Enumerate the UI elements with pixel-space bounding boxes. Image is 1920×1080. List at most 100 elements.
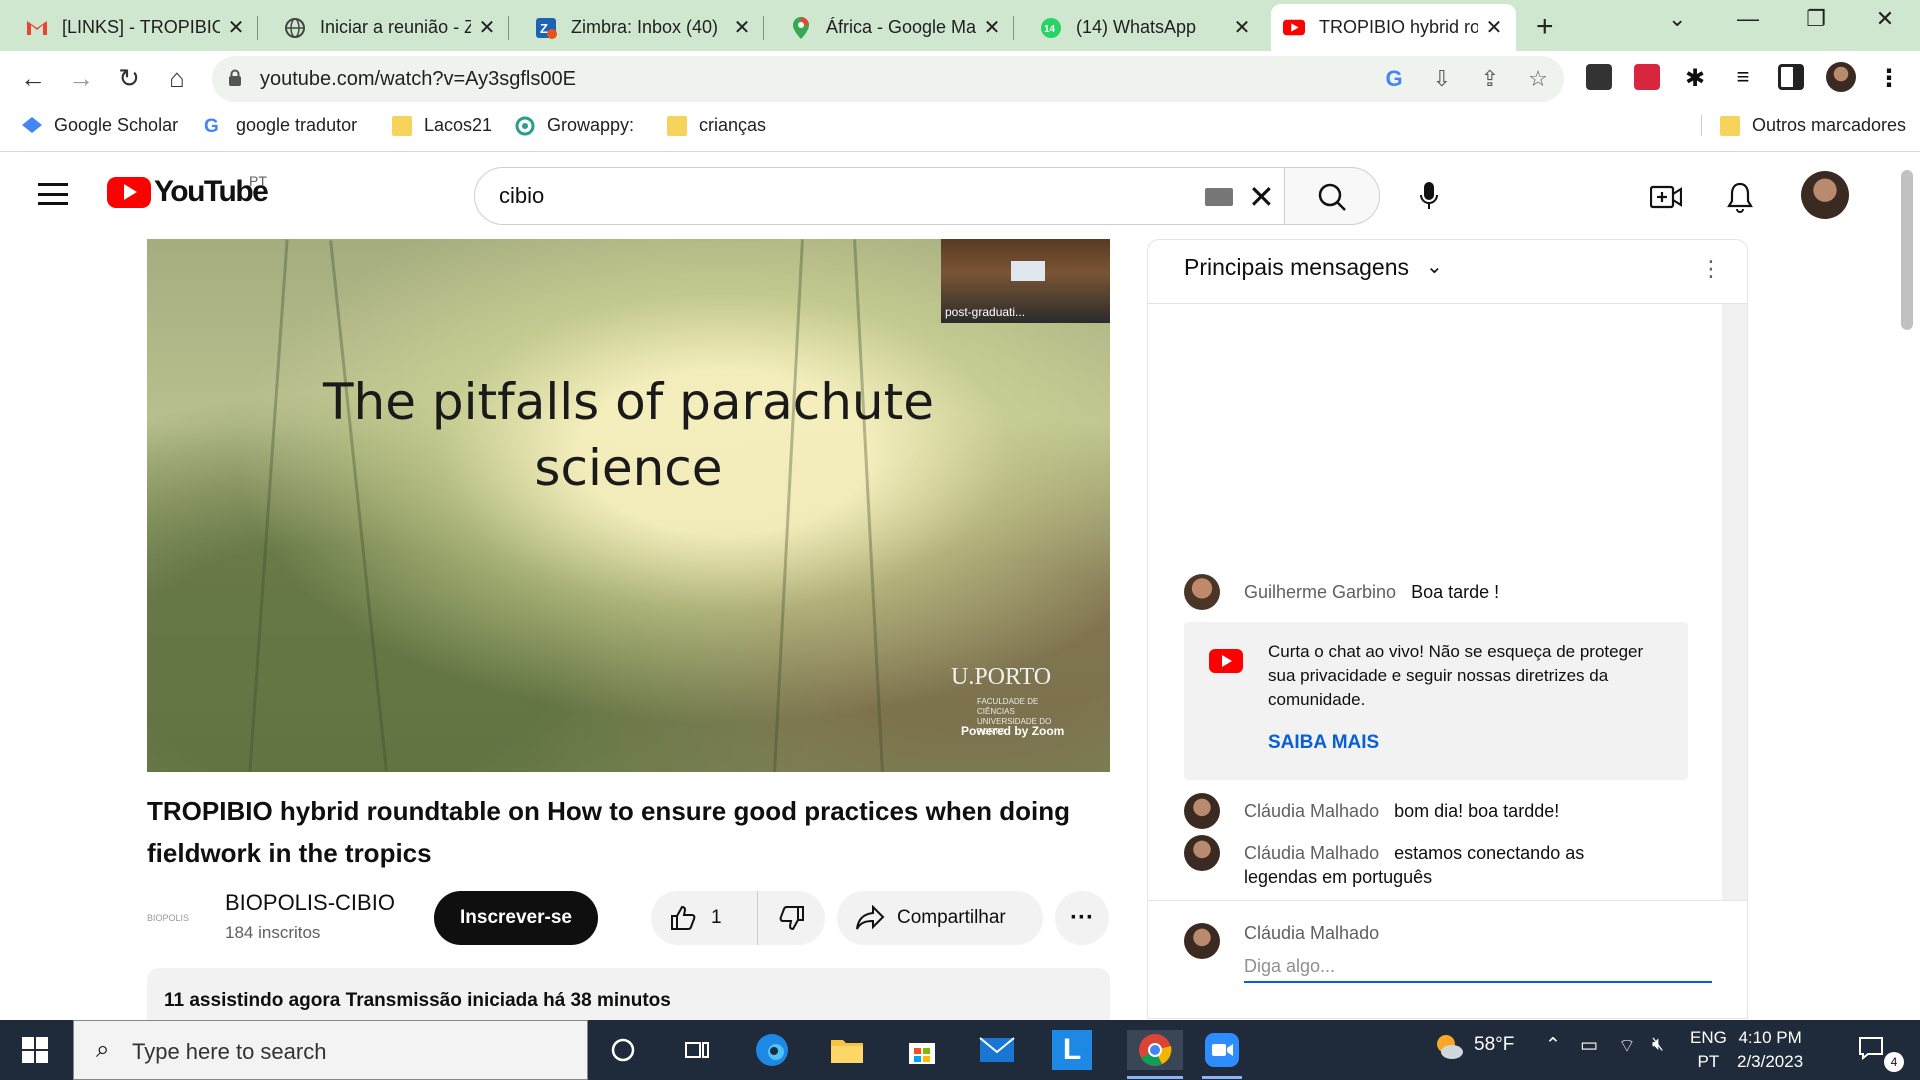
close-tab-icon[interactable]: ✕ <box>1484 15 1504 40</box>
youtube-header: YouTube PT cibio ✕ <box>0 153 1920 239</box>
video-player[interactable]: The pitfalls of parachute science post-g… <box>147 239 1110 772</box>
description-box[interactable]: 11 assistindo agora Transmissão iniciada… <box>147 968 1110 1028</box>
dislike-button[interactable] <box>758 904 825 932</box>
windows-start-icon[interactable] <box>22 1037 48 1063</box>
weather-temperature[interactable]: 58°F <box>1474 1034 1514 1056</box>
chrome-menu-icon[interactable]: ⋮ <box>1876 64 1902 92</box>
side-panel-icon[interactable] <box>1778 64 1804 90</box>
system-clock[interactable]: 4:10 PM 2/3/2023 <box>1737 1026 1803 1074</box>
extension-icon[interactable] <box>1586 64 1612 90</box>
install-app-icon[interactable]: ⇩ <box>1428 66 1456 92</box>
browser-tab-strip: [LINKS] - TROPIBIO ✕ Iniciar a reunião -… <box>0 0 1920 51</box>
share-page-icon[interactable]: ⇪ <box>1476 66 1504 92</box>
wifi-icon[interactable]: ⌔ <box>1618 1034 1636 1058</box>
tab-zoom-meeting[interactable]: Iniciar a reunião - Z ✕ <box>258 4 509 51</box>
like-dislike-group: 1 <box>651 891 825 945</box>
l-app-icon[interactable]: L <box>1052 1030 1092 1070</box>
minimize-icon[interactable]: — <box>1733 6 1763 32</box>
account-avatar[interactable] <box>1801 171 1849 219</box>
taskbar-search[interactable]: ⌕ Type here to search <box>73 1020 588 1080</box>
live-viewers-info: 11 assistindo agora Transmissão iniciada… <box>164 990 671 1011</box>
edge-icon[interactable] <box>752 1030 792 1070</box>
tab-zimbra[interactable]: Z Zimbra: Inbox (40) ✕ <box>509 4 764 51</box>
tab-google-maps[interactable]: África - Google Ma ✕ <box>764 4 1014 51</box>
cortana-icon[interactable] <box>603 1030 643 1070</box>
tab-title: [LINKS] - TROPIBIO <box>62 17 220 37</box>
bookmark-criancas[interactable]: crianças <box>667 115 766 136</box>
notification-center-icon[interactable] <box>1858 1036 1884 1066</box>
like-button[interactable]: 1 <box>651 891 758 945</box>
learn-more-link[interactable]: SAIBA MAIS <box>1268 732 1379 754</box>
microsoft-store-icon[interactable] <box>902 1030 942 1070</box>
avatar[interactable] <box>1184 793 1220 829</box>
close-tab-icon[interactable]: ✕ <box>1232 15 1252 40</box>
forward-arrow-icon[interactable]: → <box>64 63 98 94</box>
file-explorer-icon[interactable] <box>827 1030 867 1070</box>
bookmark-star-icon[interactable]: ☆ <box>1524 66 1552 92</box>
tab-gmail[interactable]: [LINKS] - TROPIBIO ✕ <box>0 4 258 51</box>
tab-search-chevron-icon[interactable]: ⌄ <box>1668 6 1686 32</box>
bookmark-other[interactable]: Outros marcadores <box>1701 115 1906 136</box>
avatar[interactable] <box>1184 835 1220 871</box>
task-view-icon[interactable] <box>677 1030 717 1070</box>
create-video-icon[interactable] <box>1648 179 1684 215</box>
new-tab-button[interactable]: + <box>1536 10 1554 44</box>
chevron-down-icon[interactable]: ⌄ <box>1426 254 1443 279</box>
tab-whatsapp[interactable]: 14 (14) WhatsApp ✕ <box>1014 4 1264 51</box>
back-arrow-icon[interactable]: ← <box>16 63 50 94</box>
restore-window-icon[interactable]: ❐ <box>1801 6 1831 32</box>
chat-author[interactable]: Cláudia Malhado <box>1244 801 1379 821</box>
page-scrollbar[interactable] <box>1901 170 1913 330</box>
mail-icon[interactable] <box>977 1030 1017 1070</box>
reload-icon[interactable]: ↻ <box>112 63 146 94</box>
bookmark-lacos21[interactable]: Lacos21 <box>392 115 492 136</box>
input-language[interactable]: ENG PT <box>1690 1026 1727 1074</box>
weather-icon[interactable] <box>1432 1030 1466 1070</box>
chat-options-icon[interactable]: ⋮ <box>1700 256 1722 282</box>
battery-icon[interactable]: ▭ <box>1580 1034 1598 1057</box>
search-input[interactable]: cibio <box>499 183 544 209</box>
puzzle-extensions-icon[interactable]: ✱ <box>1682 64 1708 92</box>
zoom-icon[interactable] <box>1202 1030 1242 1070</box>
chat-scrollbar[interactable] <box>1722 304 1747 900</box>
search-box[interactable]: cibio ✕ <box>474 167 1286 225</box>
clear-search-icon[interactable]: ✕ <box>1248 178 1275 216</box>
chat-author[interactable]: Cláudia Malhado <box>1244 843 1379 863</box>
chat-author[interactable]: Guilherme Garbino <box>1244 582 1396 602</box>
close-window-icon[interactable]: ✕ <box>1870 6 1900 32</box>
close-tab-icon[interactable]: ✕ <box>732 15 752 40</box>
search-button[interactable] <box>1284 167 1380 225</box>
volume-muted-icon[interactable]: 🔇︎ <box>1652 1034 1664 1056</box>
microphone-icon <box>1420 182 1438 209</box>
chevron-up-icon[interactable]: ⌃ <box>1545 1034 1561 1057</box>
chat-mode-selector[interactable]: Principais mensagens <box>1184 254 1409 281</box>
close-tab-icon[interactable]: ✕ <box>226 15 246 40</box>
media-control-icon[interactable]: ≡ <box>1730 64 1756 90</box>
channel-name[interactable]: BIOPOLIS-CIBIO <box>225 890 395 916</box>
more-actions-button[interactable]: ··· <box>1055 891 1109 945</box>
bookmark-google-tradutor[interactable]: G google tradutor <box>204 115 357 137</box>
notifications-bell-icon[interactable] <box>1722 179 1758 215</box>
address-bar[interactable]: youtube.com/watch?v=Ay3sgfls00E G ⇩ ⇪ ☆ <box>212 56 1564 102</box>
close-tab-icon[interactable]: ✕ <box>477 15 497 40</box>
keyboard-icon[interactable] <box>1205 188 1233 206</box>
google-translate-icon[interactable]: G <box>1380 66 1408 92</box>
profile-avatar[interactable] <box>1826 62 1856 92</box>
share-button[interactable]: Compartilhar <box>837 891 1043 945</box>
youtube-icon <box>1283 17 1305 39</box>
tab-youtube-active[interactable]: TROPIBIO hybrid ro ✕ <box>1271 4 1516 51</box>
chat-message-input[interactable]: Diga algo... <box>1244 953 1712 983</box>
windows-taskbar: ⌕ Type here to search L 58°F ⌃ ▭ ⌔ 🔇︎ EN… <box>0 1020 1920 1080</box>
close-tab-icon[interactable]: ✕ <box>982 15 1002 40</box>
subscribe-button[interactable]: Inscrever-se <box>434 891 598 945</box>
channel-avatar[interactable]: BIOPOLIS <box>147 900 205 936</box>
home-icon[interactable]: ⌂ <box>160 63 194 94</box>
voice-search-button[interactable] <box>1400 167 1458 225</box>
youtube-logo[interactable]: YouTube <box>107 175 269 209</box>
bookmark-growappy[interactable]: Growappy: <box>515 115 634 136</box>
bookmark-google-scholar[interactable]: Google Scholar <box>22 115 178 136</box>
hamburger-menu-icon[interactable] <box>38 183 68 205</box>
mendeley-extension-icon[interactable] <box>1634 64 1660 90</box>
avatar[interactable] <box>1184 574 1220 610</box>
chrome-icon[interactable] <box>1127 1030 1183 1070</box>
